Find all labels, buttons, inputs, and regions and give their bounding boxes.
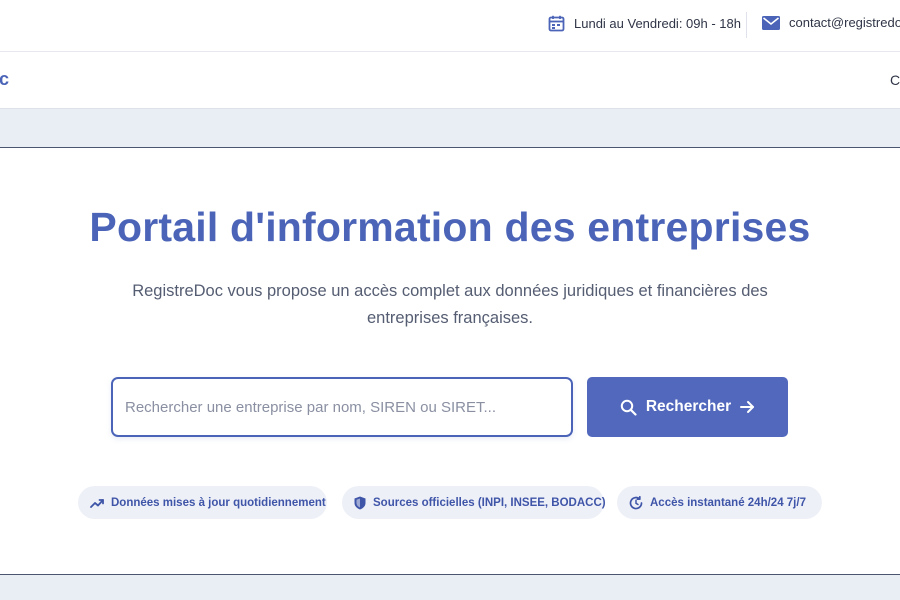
feature-badge-label: Accès instantané 24h/24 7j/7 xyxy=(650,496,806,509)
top-info-bar: Lundi au Vendredi: 09h - 18h contact@reg… xyxy=(0,0,900,52)
shield-icon xyxy=(354,496,366,510)
page-title: Portail d'information des entreprises xyxy=(89,204,811,250)
feature-badge-sources: Sources officielles (INPI, INSEE, BODACC… xyxy=(342,486,606,519)
search-button-label: Rechercher xyxy=(645,398,732,415)
topbar-divider xyxy=(746,12,747,38)
nav-link-partial[interactable]: C xyxy=(890,72,900,88)
calendar-icon xyxy=(548,15,565,32)
feature-badge-updates: Données mises à jour quotidiennement xyxy=(78,486,327,519)
feature-badge-label: Données mises à jour quotidiennement xyxy=(111,496,326,509)
company-search-input[interactable] xyxy=(111,377,573,437)
contact-email-text[interactable]: contact@registredoc xyxy=(789,15,900,30)
trending-up-icon xyxy=(90,498,104,508)
search-button[interactable]: Rechercher xyxy=(587,377,788,437)
search-icon xyxy=(620,399,637,416)
feature-badge-label: Sources officielles (INPI, INSEE, BODACC… xyxy=(373,496,606,509)
refresh-clock-icon xyxy=(629,495,643,510)
contact-email-link[interactable]: contact@registredoc xyxy=(762,15,900,30)
feature-badge-access: Accès instantané 24h/24 7j/7 xyxy=(617,486,822,519)
page-subtitle: RegistreDoc vous propose un accès comple… xyxy=(132,282,768,327)
opening-hours-text: Lundi au Vendredi: 09h - 18h xyxy=(574,16,741,31)
main-navbar: c C xyxy=(0,53,900,108)
site-logo[interactable]: c xyxy=(0,69,9,90)
footer-band xyxy=(0,574,900,600)
envelope-icon xyxy=(762,15,780,30)
header-band xyxy=(0,108,900,148)
opening-hours: Lundi au Vendredi: 09h - 18h xyxy=(548,15,741,32)
arrow-right-icon xyxy=(740,400,755,414)
